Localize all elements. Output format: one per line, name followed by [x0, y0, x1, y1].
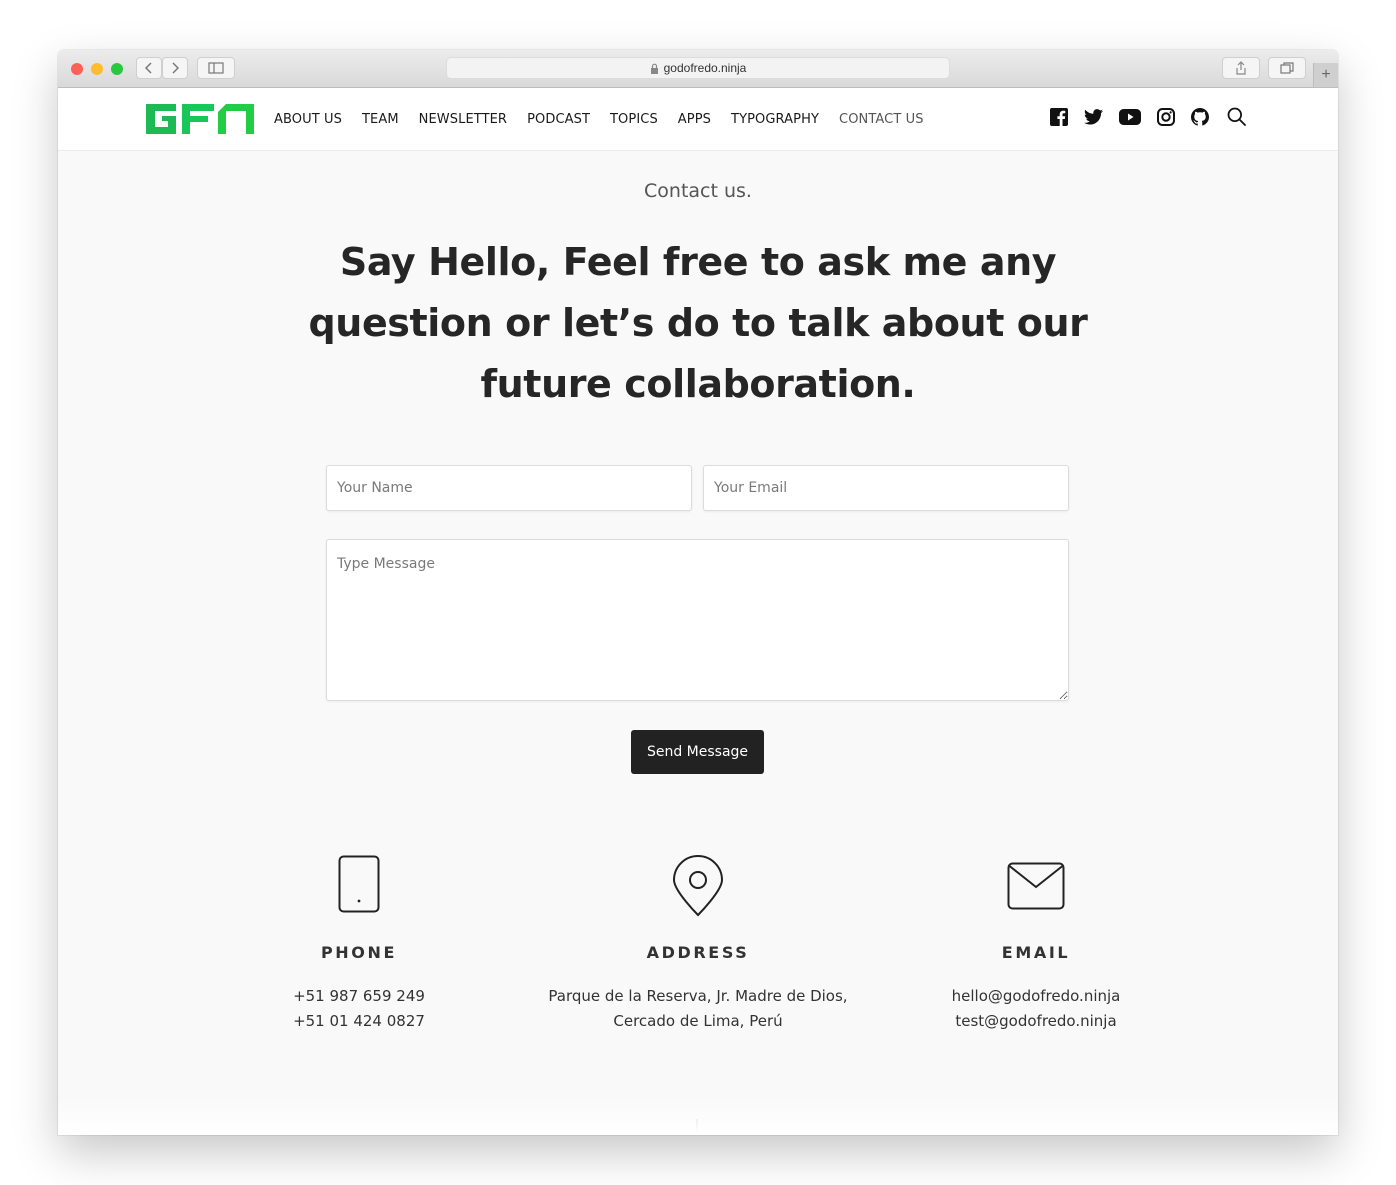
email-address-1[interactable]: hello@godofredo.ninja [952, 987, 1121, 1005]
youtube-icon[interactable] [1119, 108, 1141, 125]
email-field[interactable] [703, 465, 1069, 511]
mail-icon [1007, 862, 1065, 910]
contact-info-email: EMAIL hello@godofredo.ninja test@godofre… [846, 855, 1226, 1034]
plus-icon: + [1321, 66, 1331, 83]
address-line-2: Cercado de Lima, Perú [613, 1012, 783, 1030]
contact-info-lines: Parque de la Reserva, Jr. Madre de Dios,… [508, 984, 888, 1034]
browser-toolbar: godofredo.ninja + [58, 50, 1338, 88]
minimize-window-button[interactable] [91, 63, 103, 75]
new-tab-button[interactable]: + [1313, 63, 1338, 87]
chevron-left-icon [145, 62, 152, 74]
phone-icon [338, 855, 380, 913]
name-field[interactable] [326, 465, 692, 511]
contact-info-title: ADDRESS [646, 943, 750, 962]
share-button[interactable] [1222, 57, 1260, 79]
forward-button[interactable] [162, 57, 188, 79]
window-fade [58, 1095, 1338, 1135]
page-title: Say Hello, Feel free to ask me any quest… [308, 240, 1088, 406]
address-line-1: Parque de la Reserva, Jr. Madre de Dios, [548, 987, 848, 1005]
search-icon[interactable] [1227, 107, 1246, 126]
chevron-right-icon [172, 62, 179, 74]
nav-about-us[interactable]: ABOUT US [274, 112, 342, 127]
github-icon[interactable] [1191, 107, 1209, 126]
back-button[interactable] [136, 57, 162, 79]
browser-window: godofredo.ninja + ABOUT US TEAM NEWSLETT… [58, 50, 1338, 1135]
phone-number-2: +51 01 424 0827 [293, 1012, 425, 1030]
page-eyebrow: Contact us. [644, 180, 752, 202]
sidebar-icon [208, 62, 224, 74]
facebook-icon[interactable] [1050, 107, 1068, 126]
contact-info-title: PHONE [320, 943, 398, 962]
nav-contact-us[interactable]: CONTACT US [839, 112, 924, 127]
main-nav: ABOUT US TEAM NEWSLETTER PODCAST TOPICS … [274, 88, 944, 150]
email-address-2[interactable]: test@godofredo.ninja [955, 1012, 1116, 1030]
contact-info-lines: hello@godofredo.ninja test@godofredo.nin… [846, 984, 1226, 1034]
share-icon [1236, 61, 1246, 75]
site-header: ABOUT US TEAM NEWSLETTER PODCAST TOPICS … [58, 88, 1338, 151]
nav-newsletter[interactable]: NEWSLETTER [419, 112, 507, 127]
message-field[interactable] [326, 539, 1069, 701]
map-pin-icon [672, 855, 724, 917]
contact-info-title: EMAIL [1001, 943, 1071, 962]
address-url: godofredo.ninja [663, 61, 747, 75]
tabs-icon [1280, 62, 1294, 74]
contact-info-lines: +51 987 659 249 +51 01 424 0827 [169, 984, 549, 1034]
close-window-button[interactable] [71, 63, 83, 75]
zoom-window-button[interactable] [111, 63, 123, 75]
nav-podcast[interactable]: PODCAST [527, 112, 590, 127]
tabs-overview-button[interactable] [1268, 57, 1306, 79]
contact-info-phone: PHONE +51 987 659 249 +51 01 424 0827 [169, 855, 549, 1034]
nav-topics[interactable]: TOPICS [610, 112, 658, 127]
nav-apps[interactable]: APPS [678, 112, 711, 127]
sidebar-toggle-button[interactable] [197, 57, 235, 79]
twitter-icon[interactable] [1084, 108, 1103, 125]
nav-team[interactable]: TEAM [362, 112, 399, 127]
nav-typography[interactable]: TYPOGRAPHY [731, 112, 819, 127]
address-bar[interactable]: godofredo.ninja [446, 57, 950, 79]
contact-info-address: ADDRESS Parque de la Reserva, Jr. Madre … [508, 855, 888, 1034]
instagram-icon[interactable] [1157, 107, 1175, 126]
send-message-button[interactable]: Send Message [631, 730, 764, 774]
social-links [1034, 107, 1246, 126]
lock-icon [650, 63, 658, 74]
gfn-logo[interactable] [146, 104, 254, 134]
phone-number-1: +51 987 659 249 [293, 987, 425, 1005]
